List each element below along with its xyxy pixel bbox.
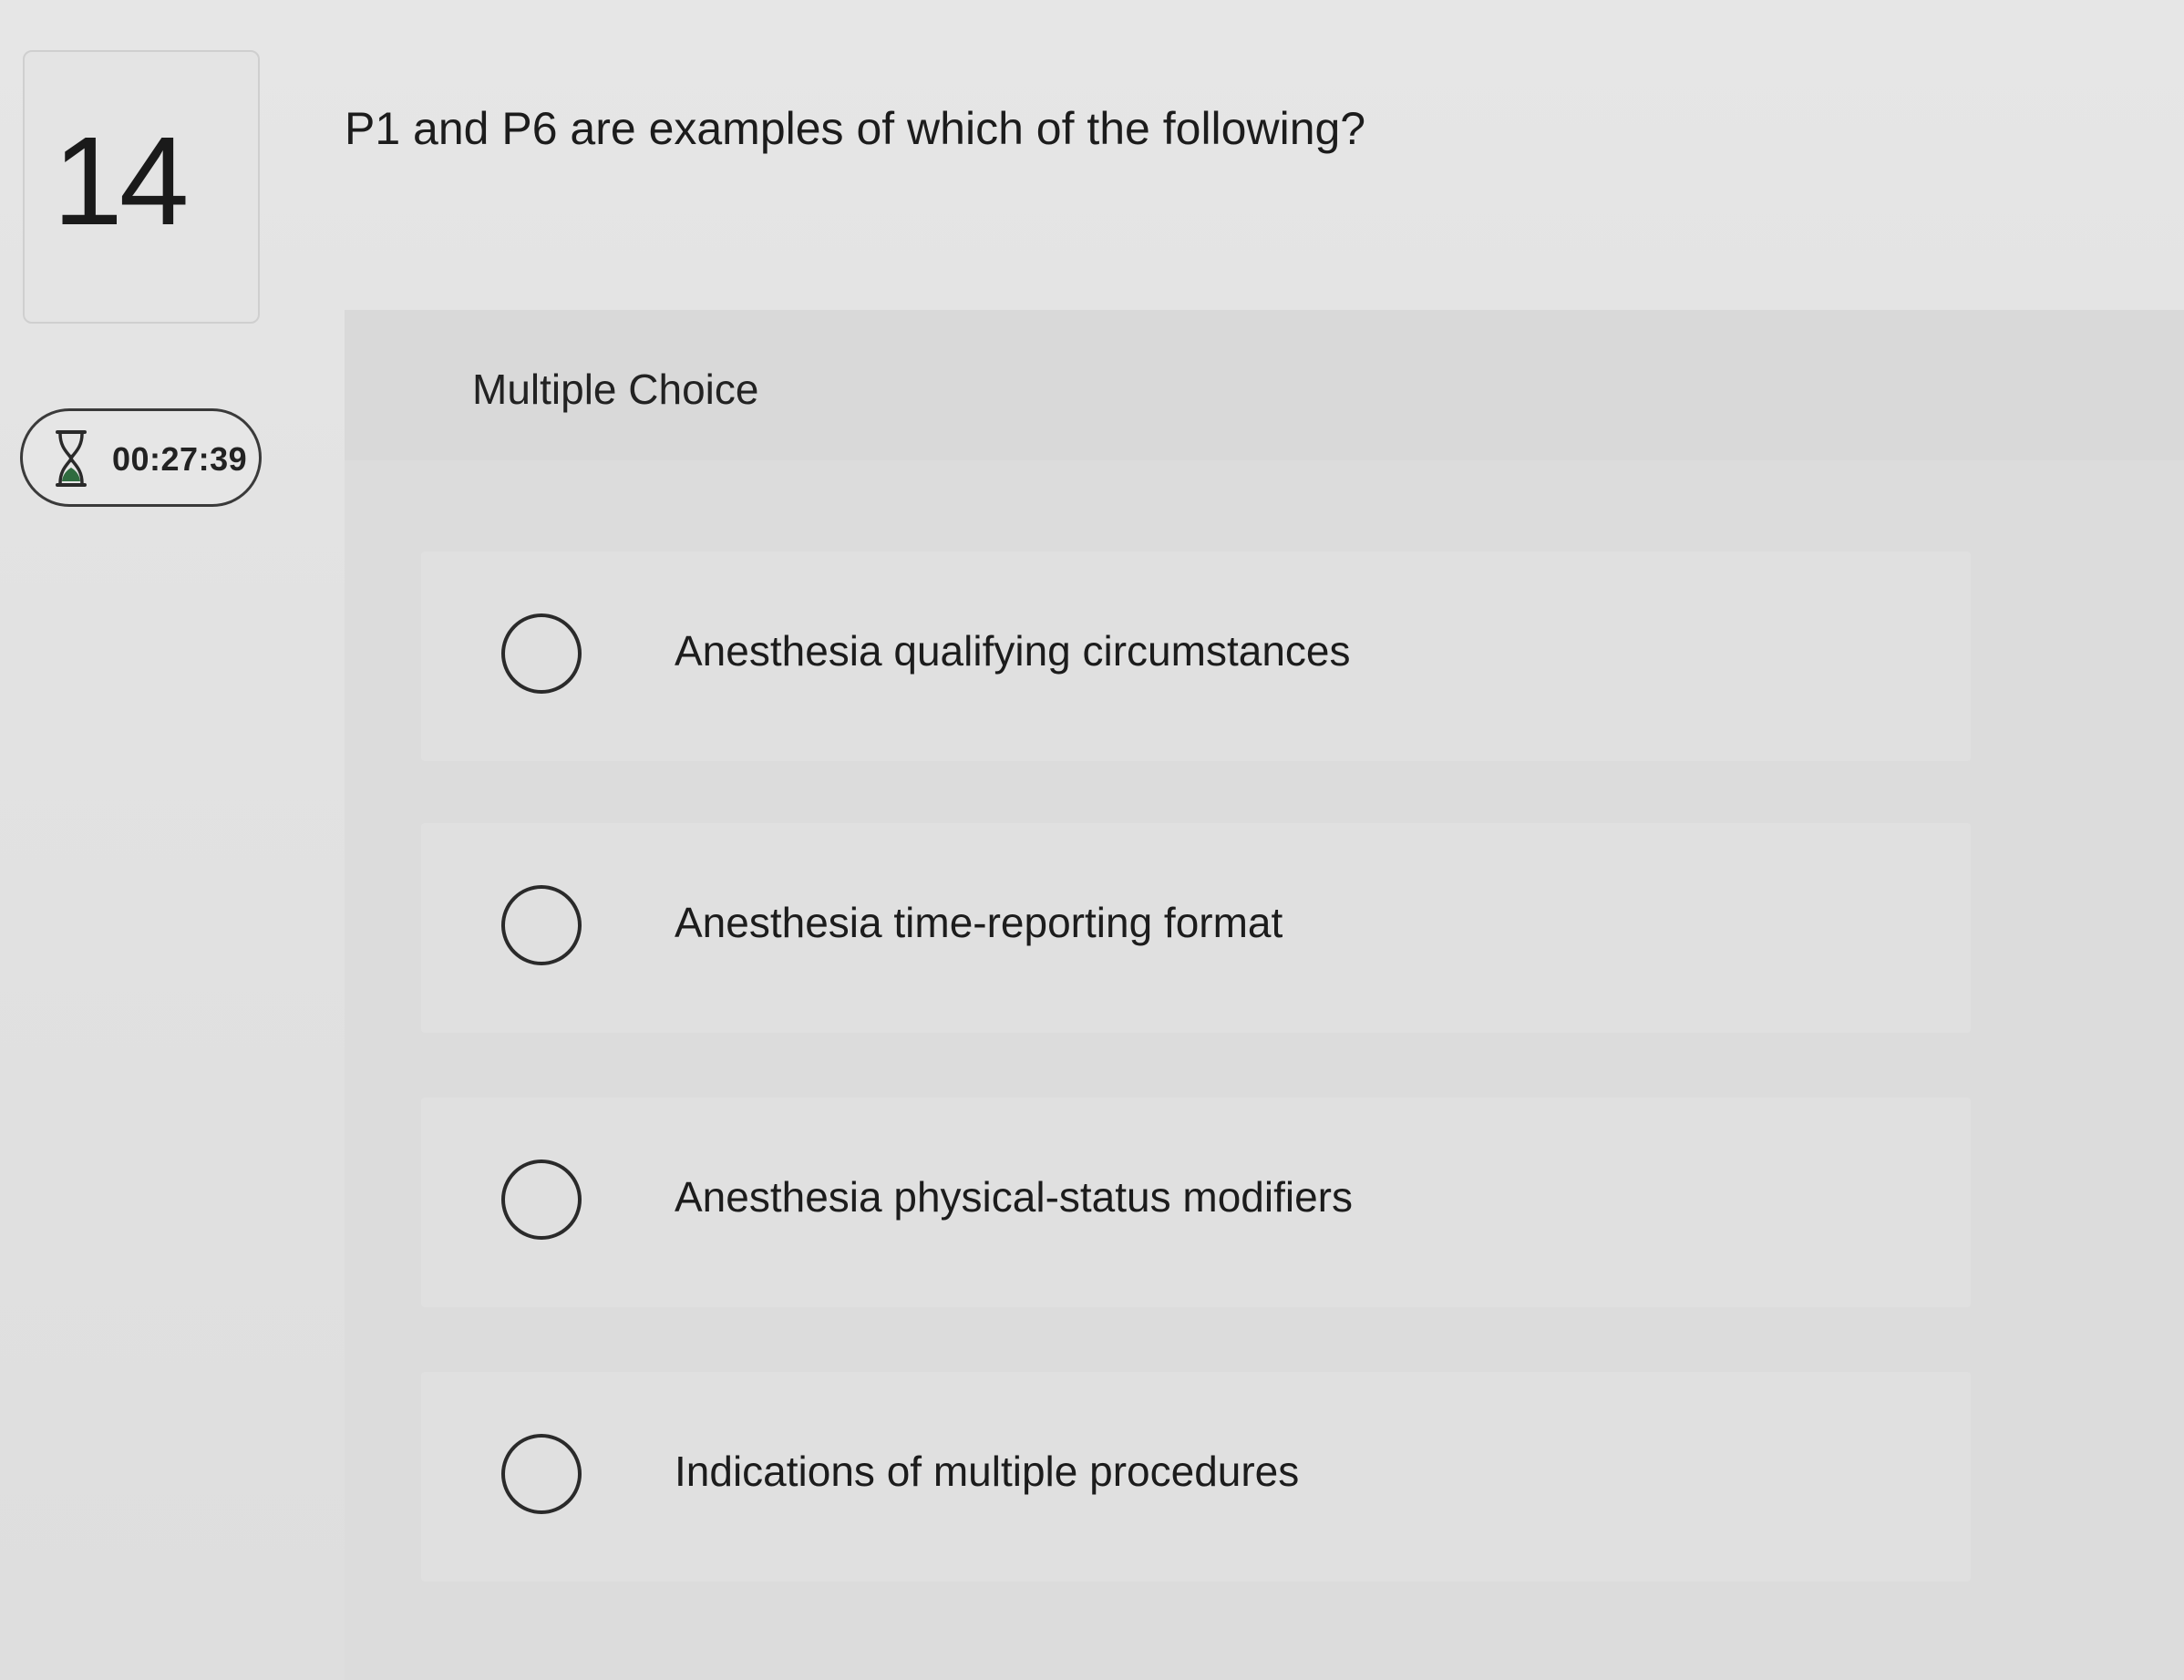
radio-button-2[interactable] [501,885,582,965]
answer-option-label[interactable]: Anesthesia qualifying circumstances [675,626,1350,675]
answer-option-2[interactable]: Anesthesia time-reporting format [421,823,1971,1033]
timer[interactable]: 00:27:39 [20,408,262,507]
answer-option-label[interactable]: Anesthesia physical-status modifiers [675,1172,1353,1221]
answer-option-4[interactable]: Indications of multiple procedures [421,1372,1971,1582]
timer-value: 00:27:39 [112,440,248,478]
answer-option-3[interactable]: Anesthesia physical-status modifiers [421,1098,1971,1307]
answer-option-label[interactable]: Indications of multiple procedures [675,1447,1299,1496]
answer-panel-header: Multiple Choice [345,310,2184,460]
radio-button-1[interactable] [501,613,582,694]
hourglass-icon [56,430,87,487]
question-number: 14 [53,111,189,252]
answer-option-label[interactable]: Anesthesia time-reporting format [675,898,1283,947]
question-type-label: Multiple Choice [472,366,759,413]
answer-option-1[interactable]: Anesthesia qualifying circumstances [421,551,1971,761]
question-text: P1 and P6 are examples of which of the f… [345,103,1366,154]
answer-panel: Multiple Choice Anesthesia qualifying ci… [345,310,2184,1680]
radio-button-3[interactable] [501,1160,582,1240]
radio-button-4[interactable] [501,1434,582,1514]
